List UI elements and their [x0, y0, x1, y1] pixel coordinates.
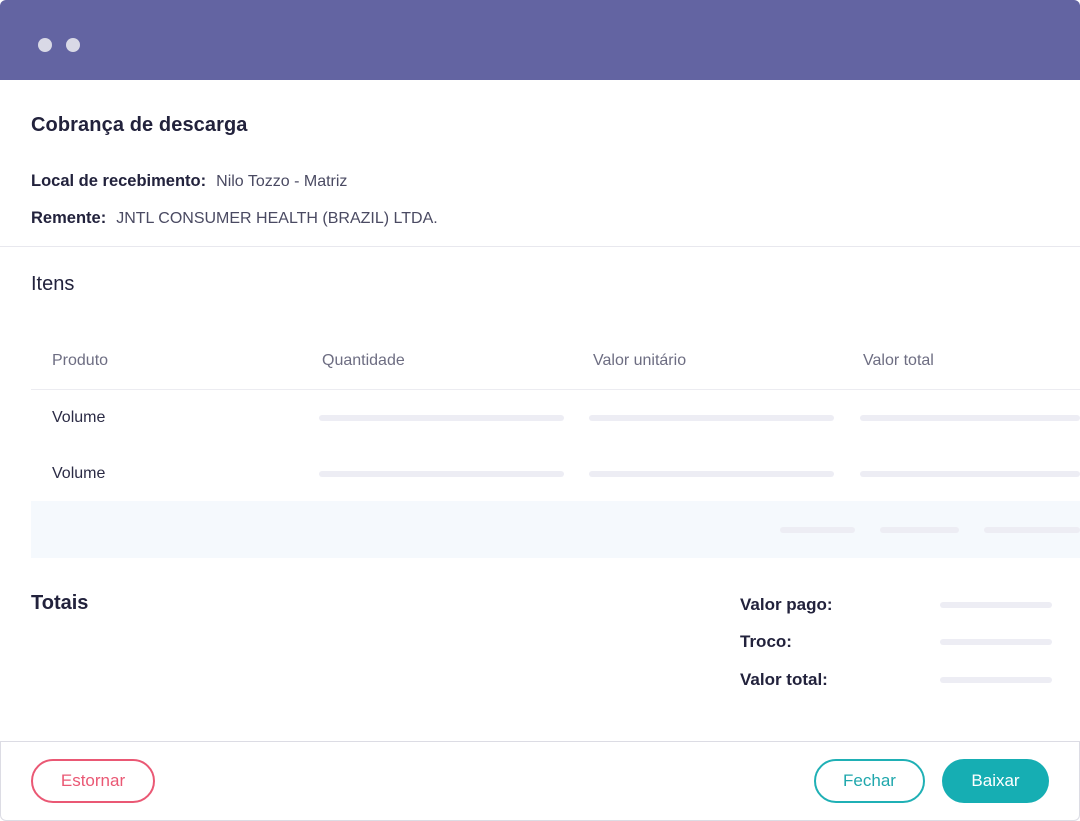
app-window: Cobrança de descarga Local de recebiment…: [0, 0, 1080, 821]
column-header-produto: Produto: [52, 352, 109, 369]
troco-placeholder: [940, 639, 1052, 645]
quantidade-placeholder: [319, 471, 564, 477]
valor-pago-placeholder: [940, 602, 1052, 608]
local-recebimento-label: Local de recebimento:: [31, 172, 207, 190]
valor-total-placeholder: [860, 471, 1080, 477]
summary-placeholder: [880, 527, 959, 533]
itens-section-title: Itens: [31, 273, 75, 295]
local-recebimento-value: Nilo Tozzo - Matriz: [216, 173, 348, 190]
window-dot-icon[interactable]: [66, 38, 80, 52]
column-header-valor-unitario: Valor unitário: [593, 352, 687, 369]
valor-total-placeholder: [860, 415, 1080, 421]
valor-pago-label: Valor pago:: [740, 595, 833, 614]
table-row-produto: Volume: [52, 465, 106, 482]
totais-section-title: Totais: [31, 592, 89, 614]
window-titlebar: [0, 0, 1080, 80]
summary-placeholder: [984, 527, 1080, 533]
section-divider: [0, 246, 1080, 247]
window-dot-icon[interactable]: [38, 38, 52, 52]
info-remente: Remente: JNTL CONSUMER HEALTH (BRAZIL) L…: [31, 209, 438, 228]
remente-label: Remente:: [31, 209, 107, 227]
fechar-button[interactable]: Fechar: [814, 759, 925, 803]
summary-placeholder: [780, 527, 855, 533]
quantidade-placeholder: [319, 415, 564, 421]
valor-unitario-placeholder: [589, 471, 834, 477]
remente-value: JNTL CONSUMER HEALTH (BRAZIL) LTDA.: [116, 210, 438, 227]
info-local-recebimento: Local de recebimento: Nilo Tozzo - Matri…: [31, 172, 347, 191]
page-title: Cobrança de descarga: [31, 114, 248, 136]
estornar-button[interactable]: Estornar: [31, 759, 155, 803]
table-row-produto: Volume: [52, 409, 106, 426]
troco-label: Troco:: [740, 632, 792, 651]
valor-unitario-placeholder: [589, 415, 834, 421]
table-header-divider: [31, 389, 1080, 390]
valor-total-label: Valor total:: [740, 670, 828, 689]
column-header-quantidade: Quantidade: [322, 352, 405, 369]
valor-total-amount-placeholder: [940, 677, 1052, 683]
baixar-button[interactable]: Baixar: [942, 759, 1049, 803]
column-header-valor-total: Valor total: [863, 352, 934, 369]
